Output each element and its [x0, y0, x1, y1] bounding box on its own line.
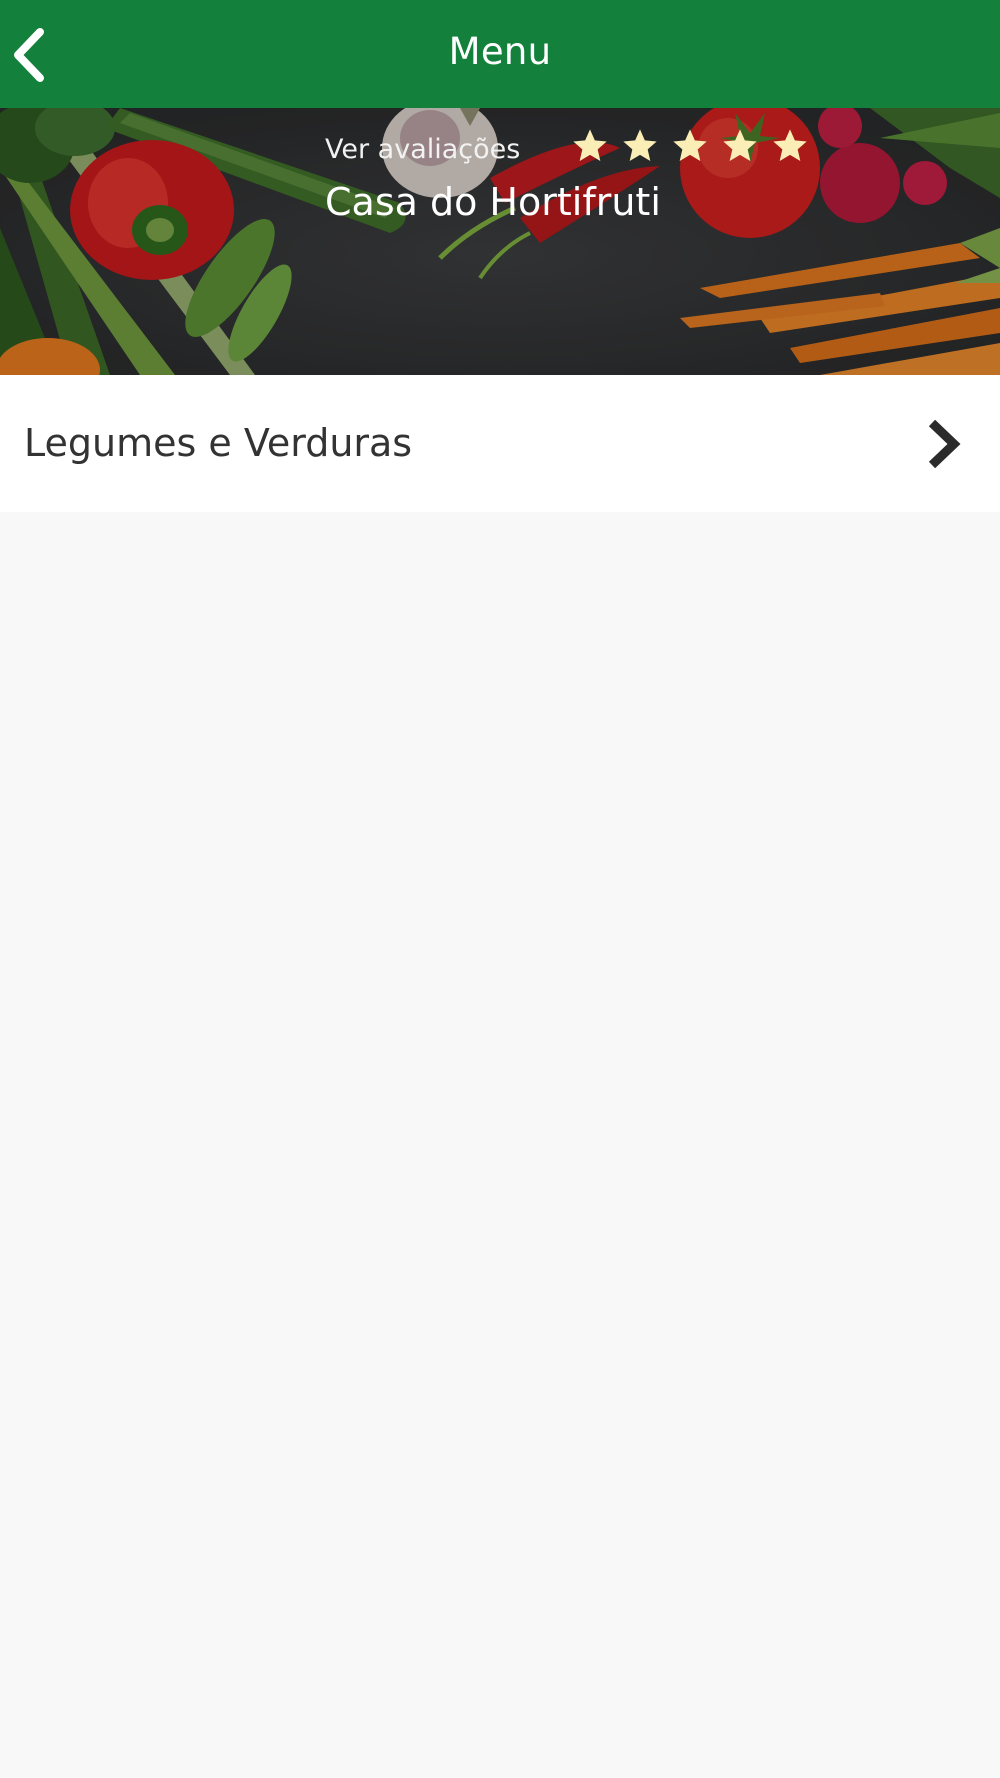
- rating-stars[interactable]: [570, 126, 810, 170]
- category-item-legumes-e-verduras[interactable]: Legumes e Verduras: [0, 375, 1000, 512]
- app-screen: Menu Ver avaliações Casa do Hortifruti L…: [0, 0, 1000, 1778]
- category-label: Legumes e Verduras: [24, 421, 413, 465]
- top-app-bar: Menu: [0, 0, 1000, 108]
- page-title: Menu: [448, 30, 552, 73]
- star-icon: [770, 126, 810, 170]
- star-icon: [720, 126, 760, 170]
- store-banner: Ver avaliações Casa do Hortifruti: [0, 108, 1000, 375]
- see-reviews-link[interactable]: Ver avaliações: [325, 134, 520, 165]
- store-name: Casa do Hortifruti: [325, 180, 661, 224]
- star-icon: [670, 126, 710, 170]
- chevron-right-icon: [918, 415, 968, 473]
- star-icon: [620, 126, 660, 170]
- star-icon: [570, 126, 610, 170]
